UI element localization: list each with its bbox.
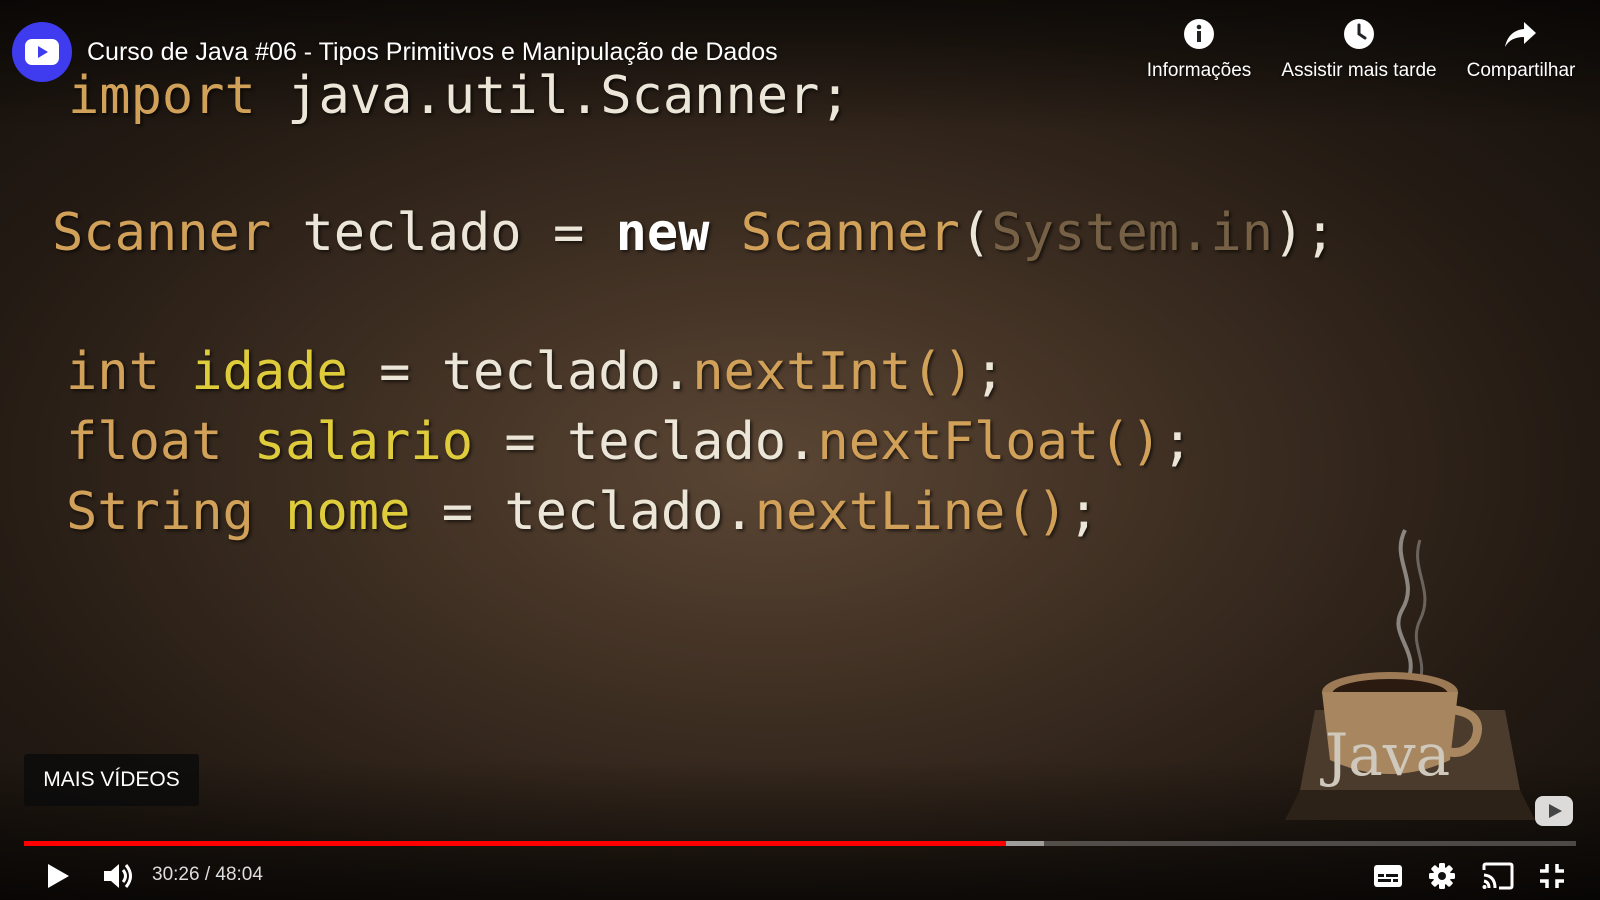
settings-gear-icon	[1429, 863, 1455, 889]
cast-icon	[1482, 862, 1514, 890]
code-operator: =	[379, 342, 411, 402]
code-line-int: int idade = teclado.nextInt();	[66, 342, 1005, 402]
code-dot: .	[723, 482, 755, 542]
code-semicolon: ;	[1161, 412, 1194, 472]
code-line-float: float salario = teclado.nextFloat();	[66, 412, 1193, 472]
info-label: Informações	[1146, 60, 1252, 81]
control-bar: 30:26 / 48:04	[0, 850, 1600, 900]
java-coffee-logo: Java	[1285, 529, 1535, 820]
code-constructor: Scanner	[740, 203, 960, 263]
code-operator: =	[552, 203, 585, 263]
channel-avatar[interactable]	[12, 22, 72, 82]
code-paren: (	[959, 203, 992, 263]
java-watermark-text: Java	[1320, 721, 1450, 789]
code-type: float	[66, 412, 223, 472]
watch-later-button[interactable]: Assistir mais tarde	[1272, 18, 1446, 82]
code-object: teclado	[504, 482, 724, 542]
code-semicolon: ;	[1067, 482, 1100, 542]
subtitles-button[interactable]	[1370, 858, 1406, 894]
code-variable: idade	[191, 342, 348, 402]
progress-bar[interactable]	[24, 841, 1576, 846]
code-semicolon: ;	[973, 342, 1006, 402]
code-argument: System.in	[991, 203, 1274, 263]
code-method: nextInt()	[692, 342, 974, 402]
code-object: teclado	[441, 342, 661, 402]
cast-button[interactable]	[1478, 858, 1518, 894]
code-new-keyword: new	[615, 203, 710, 263]
code-dot: .	[660, 342, 693, 402]
code-line-scanner: Scanner teclado = new Scanner(System.in)…	[52, 203, 1336, 263]
channel-logo-icon	[25, 39, 59, 65]
exit-fullscreen-icon	[1540, 864, 1564, 888]
time-display: 30:26 / 48:04	[152, 864, 263, 885]
code-type: Scanner	[52, 203, 272, 263]
volume-icon	[104, 864, 132, 888]
more-videos-label: MAIS VÍDEOS	[43, 768, 180, 791]
share-button[interactable]: Compartilhar	[1460, 18, 1582, 82]
video-player[interactable]: import java.util.Scanner; Scanner teclad…	[0, 0, 1600, 900]
progress-played	[24, 841, 1007, 846]
code-paren-close: );	[1273, 203, 1336, 263]
top-bar: Curso de Java #06 - Tipos Primitivos e M…	[0, 0, 1600, 110]
code-type: int	[66, 342, 160, 402]
share-label: Compartilhar	[1466, 60, 1576, 81]
youtube-watermark-icon[interactable]	[1535, 796, 1573, 826]
more-videos-button[interactable]: MAIS VÍDEOS	[24, 754, 199, 806]
video-title[interactable]: Curso de Java #06 - Tipos Primitivos e M…	[87, 38, 778, 67]
subtitles-icon	[1374, 865, 1402, 887]
watch-later-label: Assistir mais tarde	[1281, 60, 1437, 81]
code-method: nextFloat()	[817, 412, 1162, 472]
code-variable: nome	[285, 482, 411, 542]
info-button[interactable]: Informações	[1142, 18, 1256, 82]
code-object: teclado	[566, 412, 787, 472]
code-variable: teclado	[302, 203, 522, 263]
play-icon	[48, 864, 69, 888]
info-icon	[1184, 19, 1214, 49]
volume-button[interactable]	[100, 858, 138, 894]
code-type: String	[66, 482, 254, 542]
code-operator: =	[441, 482, 474, 542]
code-operator: =	[504, 412, 536, 472]
settings-button[interactable]	[1424, 858, 1460, 894]
code-variable: salario	[253, 412, 474, 472]
code-dot: .	[786, 412, 818, 472]
exit-fullscreen-button[interactable]	[1534, 858, 1570, 894]
code-method: nextLine()	[754, 482, 1068, 542]
code-line-string: String nome = teclado.nextLine();	[66, 482, 1099, 542]
play-button[interactable]	[40, 858, 76, 894]
clock-icon	[1344, 19, 1374, 49]
share-arrow-icon	[1505, 22, 1536, 47]
